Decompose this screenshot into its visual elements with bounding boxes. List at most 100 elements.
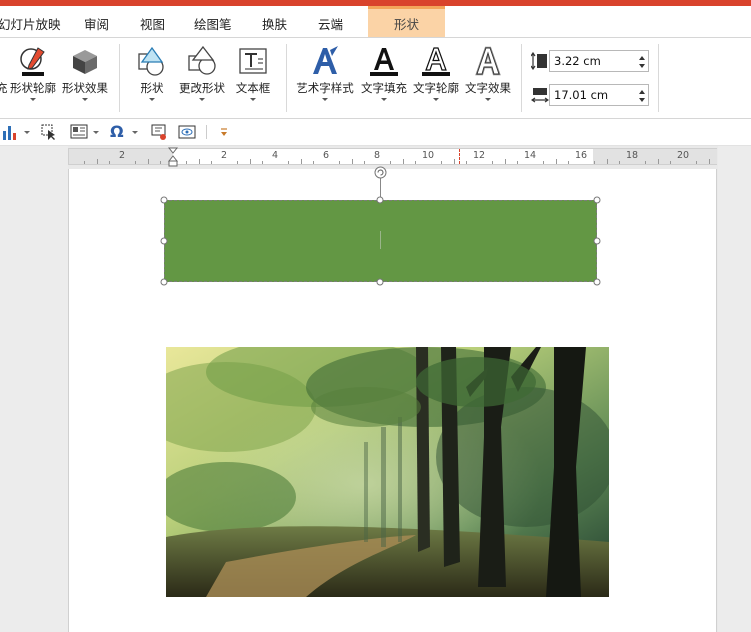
preview-icon[interactable] xyxy=(178,123,196,141)
tab-skin[interactable]: 换肤 xyxy=(262,12,287,37)
resize-handle-bottom[interactable] xyxy=(376,278,384,286)
text-outline-label: 文字轮廓 xyxy=(413,81,459,95)
shape-outline-label: 形状轮廓 xyxy=(10,81,56,95)
text-effect-button[interactable]: 文字效果 xyxy=(462,38,514,118)
shape-outline-button[interactable]: 形状轮廓 xyxy=(8,38,58,118)
ruler-label: 2 xyxy=(220,150,228,161)
tab-view[interactable]: 视图 xyxy=(140,12,165,37)
ribbon-panel: 充 形状轮廓 形状效果 形状 更改形状 文本框 艺术字样式 文字填充 文字轮廓 … xyxy=(0,37,751,119)
shape-height-field[interactable]: 3.22 cm xyxy=(549,50,649,72)
shape-height-value: 3.22 cm xyxy=(554,54,601,68)
group-divider xyxy=(658,44,659,112)
change-shape-button[interactable]: 更改形状 xyxy=(176,38,228,118)
ruler-label: 16 xyxy=(574,150,588,161)
chevron-down-icon xyxy=(433,98,439,101)
shape-width-icon xyxy=(531,88,549,103)
indent-marker-icon[interactable] xyxy=(168,147,178,167)
horizontal-ruler[interactable]: 2 2 4 6 8 10 12 14 16 18 20 xyxy=(68,147,717,167)
text-outline-button[interactable]: 文字轮廓 xyxy=(410,38,462,118)
ruler-tick xyxy=(313,161,315,164)
spin-down-icon[interactable] xyxy=(639,98,645,102)
text-fill-button[interactable]: 文字填充 xyxy=(358,38,410,118)
wordart-style-button[interactable]: 艺术字样式 xyxy=(294,38,356,118)
ruler-label: 12 xyxy=(472,150,486,161)
ruler-tick xyxy=(211,161,213,164)
ruler-label: 8 xyxy=(373,150,381,161)
text-fill-label: 文字填充 xyxy=(361,81,407,95)
select-icon[interactable] xyxy=(40,123,58,141)
spin-up-icon[interactable] xyxy=(639,90,645,94)
tab-shape[interactable]: 形状 xyxy=(368,6,445,37)
shape-width-field[interactable]: 17.01 cm xyxy=(549,84,649,106)
forest-photo[interactable] xyxy=(166,347,609,597)
tab-slideshow[interactable]: 幻灯片放映 xyxy=(0,12,61,37)
ruler-tick xyxy=(453,159,455,164)
omega-symbol-icon[interactable]: Ω xyxy=(110,123,124,141)
resize-handle-right[interactable] xyxy=(593,237,601,245)
ruler-tick xyxy=(619,161,621,164)
text-caret xyxy=(380,231,381,249)
ruler-tick xyxy=(568,161,570,164)
resize-handle-left[interactable] xyxy=(160,237,168,245)
ruler-tick xyxy=(555,159,557,164)
layout-icon[interactable] xyxy=(70,123,88,141)
customize-icon[interactable] xyxy=(219,123,229,141)
shape-effect-button[interactable]: 形状效果 xyxy=(60,38,110,118)
ruler-tick xyxy=(415,161,417,164)
change-shape-icon xyxy=(188,45,216,75)
ruler-tick xyxy=(300,159,302,164)
textbox-button[interactable]: 文本框 xyxy=(232,38,274,118)
ruler-tick xyxy=(644,161,646,164)
ruler-tick xyxy=(96,159,98,164)
ribbon-tab-bar: 幻灯片放映 审阅 视图 绘图笔 换肤 云端 形状 xyxy=(0,6,751,37)
rotate-icon[interactable] xyxy=(374,166,387,179)
chevron-down-icon[interactable] xyxy=(24,131,30,134)
text-fill-icon xyxy=(370,48,398,76)
group-divider xyxy=(521,44,522,112)
wordart-style-label: 艺术字样式 xyxy=(296,81,354,95)
workspace-left xyxy=(0,146,68,632)
wordart-style-icon xyxy=(313,46,338,74)
resize-handle-top-right[interactable] xyxy=(593,196,601,204)
group-divider xyxy=(119,44,120,112)
resize-handle-bottom-right[interactable] xyxy=(593,278,601,286)
ruler-tick xyxy=(670,161,672,164)
tab-drawing-pen[interactable]: 绘图笔 xyxy=(194,12,232,37)
shape-effect-label: 形状效果 xyxy=(62,81,108,95)
ruler-tick xyxy=(593,161,595,164)
chevron-down-icon[interactable] xyxy=(93,131,99,134)
resize-handle-top[interactable] xyxy=(376,196,384,204)
spin-down-icon[interactable] xyxy=(639,64,645,68)
ruler-tick xyxy=(109,161,111,164)
shapes-button[interactable]: 形状 xyxy=(132,38,172,118)
ruler-tick xyxy=(160,161,162,164)
resize-handle-bottom-left[interactable] xyxy=(160,278,168,286)
ruler-tick xyxy=(147,159,149,164)
ruler-tick xyxy=(287,161,289,164)
chart-icon[interactable] xyxy=(2,123,18,141)
chevron-down-icon xyxy=(250,98,256,101)
chevron-down-icon xyxy=(199,98,205,101)
ruler-tick xyxy=(249,159,251,164)
green-rectangle-shape[interactable] xyxy=(164,200,597,282)
slide-icon[interactable] xyxy=(150,123,168,141)
spin-up-icon[interactable] xyxy=(639,56,645,60)
ruler-tick xyxy=(466,161,468,164)
ruler-tick xyxy=(198,159,200,164)
ruler-label: 2 xyxy=(118,150,126,161)
text-effect-icon xyxy=(475,46,501,76)
app-window: 幻灯片放映 审阅 视图 绘图笔 换肤 云端 形状 充 形状轮廓 形状效果 形状 … xyxy=(0,0,751,632)
tab-cloud[interactable]: 云端 xyxy=(318,12,343,37)
ruler-label: 6 xyxy=(322,150,330,161)
group-divider xyxy=(286,44,287,112)
ruler-tick xyxy=(236,161,238,164)
ruler-label: 14 xyxy=(523,150,537,161)
shapes-label: 形状 xyxy=(140,81,164,95)
resize-handle-top-left[interactable] xyxy=(160,196,168,204)
ruler-tick xyxy=(83,161,85,164)
chevron-down-icon xyxy=(30,98,36,101)
chevron-down-icon[interactable] xyxy=(132,131,138,134)
ruler-label: 10 xyxy=(421,150,435,161)
cube-effect-icon xyxy=(73,50,97,74)
tab-review[interactable]: 审阅 xyxy=(84,12,109,37)
